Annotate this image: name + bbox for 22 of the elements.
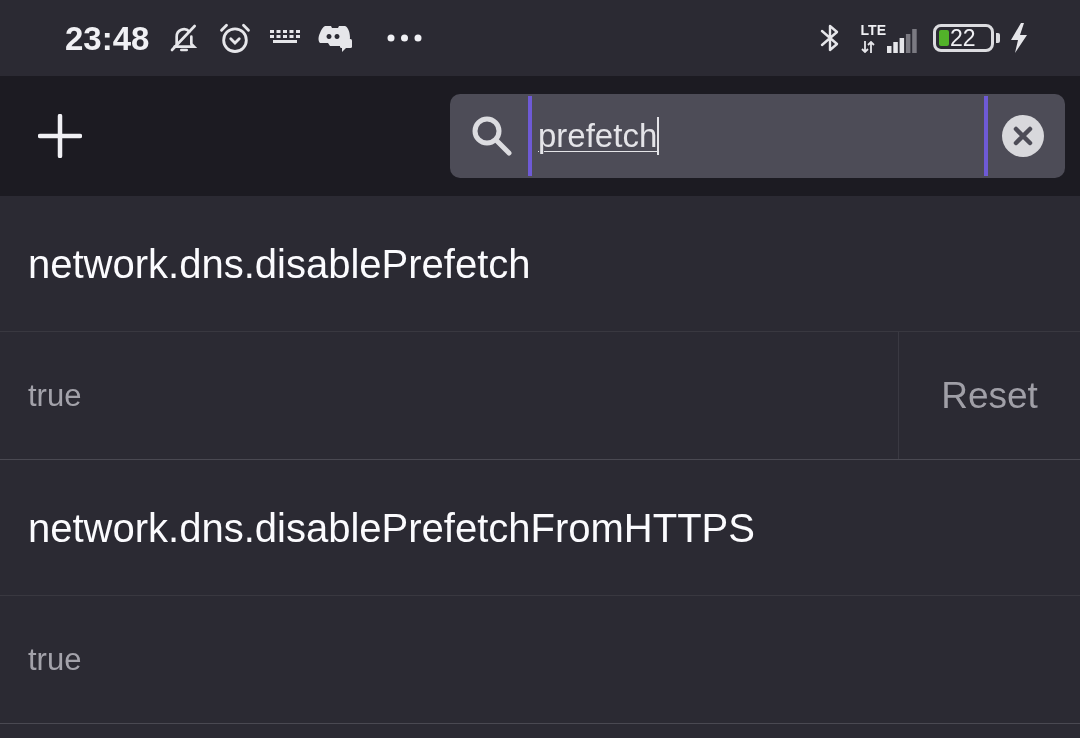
reset-button[interactable]: Reset xyxy=(898,332,1080,459)
keyboard-icon xyxy=(270,30,301,46)
clock-time: 23:48 xyxy=(65,21,150,55)
more-dots-icon xyxy=(387,34,423,42)
pref-name: network.dns.disablePrefetchFromHTTPS xyxy=(28,507,755,548)
pref-value: true xyxy=(28,644,82,675)
data-arrows-icon xyxy=(860,41,875,53)
plus-icon xyxy=(38,114,82,158)
pref-name: network.dns.disablePrefetch xyxy=(28,243,531,284)
charging-bolt-icon xyxy=(1010,23,1028,53)
close-icon xyxy=(1002,115,1044,157)
clear-button[interactable] xyxy=(1002,115,1044,157)
controller-chat-icon xyxy=(318,23,353,53)
pref-value: true xyxy=(28,380,82,411)
alarm-clock-icon xyxy=(218,21,253,55)
search-icon xyxy=(472,116,512,156)
signal-bars-icon xyxy=(887,29,917,53)
add-button[interactable] xyxy=(38,114,82,158)
battery-charge-icon xyxy=(939,30,949,46)
bluetooth-icon xyxy=(818,23,841,53)
network-type: LTE xyxy=(860,23,886,37)
battery-percent: 22 xyxy=(950,26,976,50)
